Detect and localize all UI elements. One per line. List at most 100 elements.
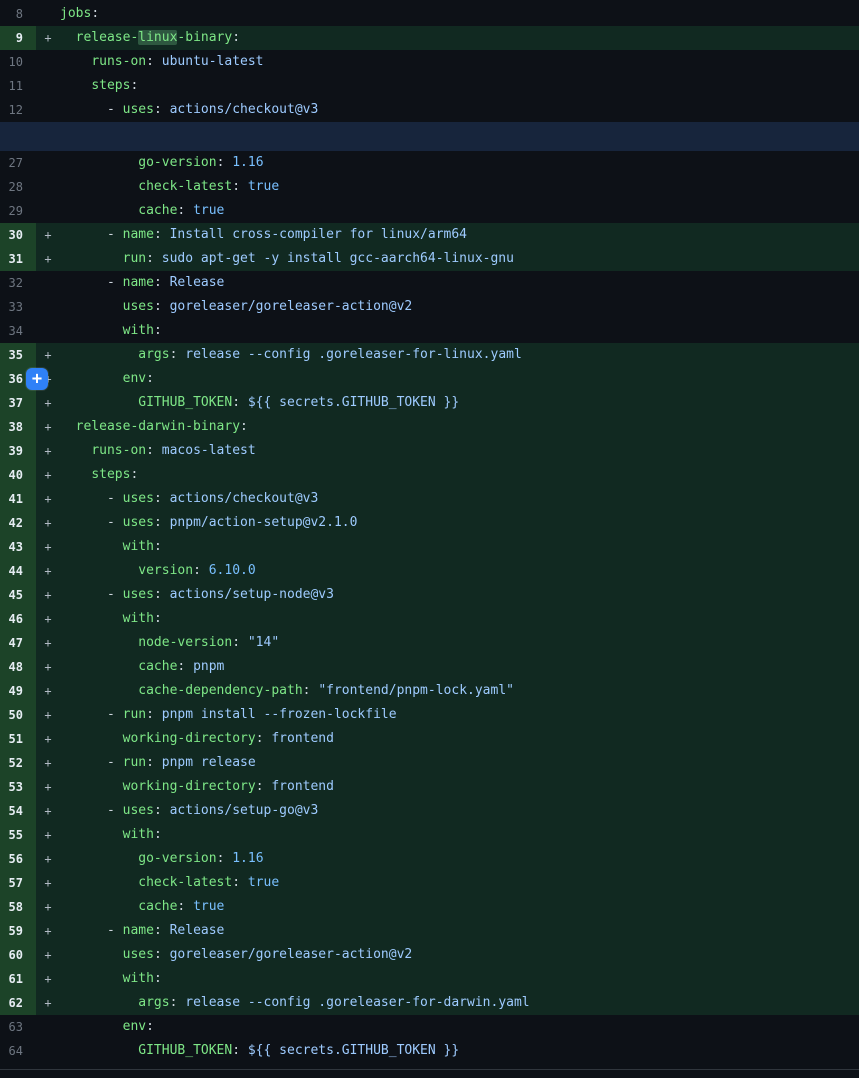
code-token	[60, 875, 138, 890]
line-number[interactable]: 37	[0, 391, 36, 415]
code-line: cache: true	[60, 199, 859, 223]
line-number[interactable]: 33	[0, 295, 36, 319]
line-number[interactable]: 47	[0, 631, 36, 655]
code-token: -	[107, 587, 123, 602]
line-number[interactable]: 28	[0, 175, 36, 199]
line-number[interactable]: 46	[0, 607, 36, 631]
line-number[interactable]: 59	[0, 919, 36, 943]
code-line: steps:	[60, 74, 859, 98]
code-token: -	[107, 707, 123, 722]
code-token: working-directory	[123, 779, 256, 794]
line-number[interactable]: 52	[0, 751, 36, 775]
code-token: :	[146, 707, 162, 722]
line-number[interactable]: 57	[0, 871, 36, 895]
line-number[interactable]: 50	[0, 703, 36, 727]
line-number[interactable]: 9	[0, 26, 36, 50]
line-number[interactable]: 8	[0, 2, 36, 26]
diff-add-marker	[36, 98, 60, 122]
code-token	[60, 443, 91, 458]
line-number[interactable]: 38	[0, 415, 36, 439]
code-token	[60, 1019, 123, 1034]
code-token: :	[146, 54, 162, 69]
diff-line: 61+ with:	[0, 967, 859, 991]
line-number[interactable]: 49	[0, 679, 36, 703]
diff-line: 37+ GITHUB_TOKEN: ${{ secrets.GITHUB_TOK…	[0, 391, 859, 415]
code-line: go-version: 1.16	[60, 151, 859, 175]
diff-add-marker	[36, 199, 60, 223]
diff-line: 12 - uses: actions/checkout@v3	[0, 98, 859, 122]
code-line: with:	[60, 607, 859, 631]
code-token: :	[154, 803, 170, 818]
line-number[interactable]: 62	[0, 991, 36, 1015]
line-number[interactable]: 43	[0, 535, 36, 559]
line-number[interactable]: 41	[0, 487, 36, 511]
line-number[interactable]: 45	[0, 583, 36, 607]
line-number[interactable]: 53	[0, 775, 36, 799]
line-number[interactable]: 31	[0, 247, 36, 271]
line-number[interactable]: 51	[0, 727, 36, 751]
line-number[interactable]: 56	[0, 847, 36, 871]
line-number[interactable]: 61	[0, 967, 36, 991]
code-token: frontend	[271, 731, 334, 746]
code-token: cache-dependency-path	[138, 683, 302, 698]
code-line: - uses: pnpm/action-setup@v2.1.0	[60, 511, 859, 535]
code-token: frontend	[271, 779, 334, 794]
line-number[interactable]: 58	[0, 895, 36, 919]
code-line: - run: pnpm release	[60, 751, 859, 775]
code-token: :	[130, 467, 138, 482]
line-number[interactable]: 10	[0, 50, 36, 74]
diff-add-marker: +	[36, 655, 60, 679]
diff-add-marker	[36, 151, 60, 175]
line-number[interactable]: 12	[0, 98, 36, 122]
line-number[interactable]: 27	[0, 151, 36, 175]
code-token: :	[154, 102, 170, 117]
line-number[interactable]: 32	[0, 271, 36, 295]
line-number[interactable]: 60	[0, 943, 36, 967]
line-number[interactable]: 34	[0, 319, 36, 343]
line-number[interactable]: 35	[0, 343, 36, 367]
line-number[interactable]: 55	[0, 823, 36, 847]
code-token: cache	[138, 899, 177, 914]
diff-bottom-border	[0, 1069, 859, 1070]
code-token: env	[123, 1019, 146, 1034]
line-number[interactable]: 42	[0, 511, 36, 535]
line-number[interactable]: 54	[0, 799, 36, 823]
line-number[interactable]: 39	[0, 439, 36, 463]
line-number[interactable]: 64	[0, 1039, 36, 1063]
diff-line: 30+ - name: Install cross-compiler for l…	[0, 223, 859, 247]
code-token	[60, 347, 138, 362]
line-number[interactable]: 11	[0, 74, 36, 98]
code-token	[60, 1043, 138, 1058]
line-number[interactable]: 48	[0, 655, 36, 679]
code-token: true	[193, 203, 224, 218]
diff-add-marker	[36, 295, 60, 319]
diff-rows: 8jobs:9+ release-linux-binary:10 runs-on…	[0, 2, 859, 1063]
code-token	[60, 515, 107, 530]
code-token: 1.16	[232, 155, 263, 170]
diff-add-marker: +	[36, 895, 60, 919]
code-line: - uses: actions/setup-node@v3	[60, 583, 859, 607]
code-line: check-latest: true	[60, 871, 859, 895]
diff-line: 43+ with:	[0, 535, 859, 559]
diff-line: 32 - name: Release	[0, 271, 859, 295]
code-line: with:	[60, 823, 859, 847]
code-line: with:	[60, 967, 859, 991]
line-number[interactable]: 30	[0, 223, 36, 247]
code-token: actions/setup-node@v3	[170, 587, 334, 602]
code-line: - uses: actions/checkout@v3	[60, 98, 859, 122]
code-token	[60, 371, 123, 386]
line-number[interactable]: 29	[0, 199, 36, 223]
code-line: check-latest: true	[60, 175, 859, 199]
code-token: uses	[123, 102, 154, 117]
diff-line: 41+ - uses: actions/checkout@v3	[0, 487, 859, 511]
code-token: :	[232, 1043, 248, 1058]
add-comment-button[interactable]: +	[26, 368, 48, 390]
code-line: cache-dependency-path: "frontend/pnpm-lo…	[60, 679, 859, 703]
code-token	[60, 155, 138, 170]
code-token: :	[217, 155, 233, 170]
expand-hunk-band[interactable]	[0, 122, 859, 151]
line-number[interactable]: 40	[0, 463, 36, 487]
diff-line: 9+ release-linux-binary:	[0, 26, 859, 50]
line-number[interactable]: 44	[0, 559, 36, 583]
line-number[interactable]: 63	[0, 1015, 36, 1039]
